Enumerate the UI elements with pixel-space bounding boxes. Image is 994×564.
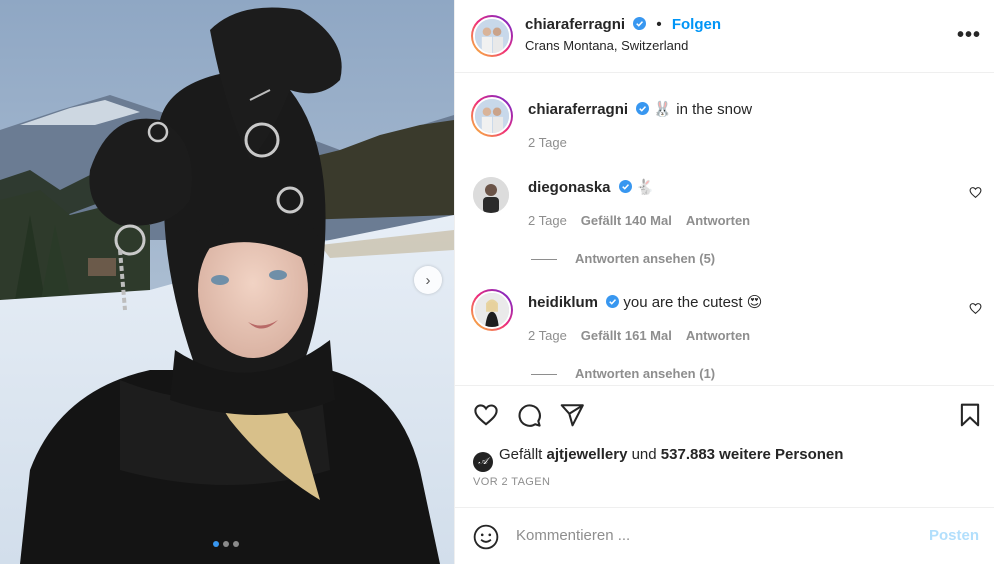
verified-badge-icon [636, 102, 650, 115]
caption-avatar[interactable] [471, 95, 513, 137]
comment-avatar-heidiklum[interactable] [471, 289, 513, 331]
comment-text: 🐇 [635, 179, 655, 196]
view-replies-button[interactable]: Antworten ansehen (5) [531, 251, 715, 266]
verified-badge-icon [606, 295, 620, 308]
post-details-panel: chiaraferragni • Folgen Crans Montana, S… [454, 0, 994, 564]
caption-line: chiaraferragni 🐰 in the snow [528, 100, 752, 118]
likes-count-link[interactable]: 537.883 weitere Personen [661, 446, 844, 463]
avatar-image [473, 177, 509, 213]
comment-time[interactable]: 2 Tage [528, 328, 567, 343]
replies-divider-line [531, 374, 557, 376]
comment-bubble-icon[interactable] [516, 402, 542, 428]
likes-prefix: Gefällt [499, 446, 543, 463]
emoji-smile-icon[interactable] [473, 524, 499, 550]
carousel-dot-active [213, 541, 219, 547]
verified-badge-icon [618, 180, 632, 193]
carousel-dot [223, 541, 229, 547]
comment-username[interactable]: heidiklum [528, 294, 598, 311]
comments-section: chiaraferragni 🐰 in the snow 2 Tage dieg… [455, 74, 994, 385]
comment-like-heart-icon[interactable] [969, 302, 982, 315]
comment-meta: 2 Tage Gefällt 161 Mal Antworten [528, 328, 750, 343]
view-replies-button[interactable]: Antworten ansehen (1) [531, 366, 715, 381]
post-modal: › chiaraferragni • Folgen Crans Montana,… [0, 0, 994, 564]
comment-input[interactable] [516, 527, 916, 544]
comment-like-heart-icon[interactable] [969, 186, 982, 199]
reply-button[interactable]: Antworten [686, 213, 750, 228]
post-photo[interactable]: › [0, 0, 454, 564]
comment-likes[interactable]: Gefällt 140 Mal [581, 213, 672, 228]
carousel-next-button[interactable]: › [414, 266, 442, 294]
comment-likes[interactable]: Gefällt 161 Mal [581, 328, 672, 343]
view-replies-label: Antworten ansehen (5) [575, 251, 716, 266]
carousel-dot [233, 541, 239, 547]
avatar-image [475, 19, 509, 53]
like-heart-icon[interactable] [473, 402, 499, 428]
more-options-icon[interactable]: ••• [957, 24, 981, 47]
post-date[interactable]: VOR 2 TAGEN [473, 476, 550, 488]
likes-middle: und [631, 446, 657, 463]
replies-divider-line [531, 259, 557, 261]
header-user-line: chiaraferragni • Folgen [525, 16, 721, 33]
author-username[interactable]: chiaraferragni [525, 16, 625, 33]
photo-image [0, 0, 454, 564]
comment-composer: Posten [455, 507, 994, 564]
caption-username[interactable]: chiaraferragni [528, 101, 628, 118]
liker-avatar[interactable]: 𝒜 [473, 452, 493, 472]
caption-text: 🐰 in the snow [653, 101, 753, 118]
comment-line: heidiklum you are the cutest 😍 [528, 293, 762, 311]
avatar-image [475, 293, 509, 327]
comment-time[interactable]: 2 Tage [528, 213, 567, 228]
chevron-right-icon: › [425, 271, 431, 289]
save-bookmark-icon[interactable] [957, 402, 983, 428]
post-comment-button[interactable]: Posten [929, 527, 979, 544]
post-header: chiaraferragni • Folgen Crans Montana, S… [455, 0, 994, 73]
comment-line: diegonaska 🐇 [528, 178, 655, 196]
reply-button[interactable]: Antworten [686, 328, 750, 343]
post-location[interactable]: Crans Montana, Switzerland [525, 38, 688, 53]
comment-username[interactable]: diegonaska [528, 179, 611, 196]
likes-summary: 𝒜 Gefällt ajtjewellery und 537.883 weiter… [473, 446, 843, 472]
comment-text: you are the cutest 😍 [623, 294, 763, 311]
verified-badge-icon [633, 17, 647, 30]
avatar-image [475, 99, 509, 133]
comment-avatar-diegonaska[interactable] [473, 177, 509, 213]
liker-username[interactable]: ajtjewellery [547, 446, 628, 463]
carousel-indicator [213, 541, 239, 547]
author-avatar[interactable] [471, 15, 513, 57]
share-paper-plane-icon[interactable] [559, 402, 585, 428]
comment-meta: 2 Tage Gefällt 140 Mal Antworten [528, 213, 750, 228]
caption-time[interactable]: 2 Tage [528, 135, 567, 150]
follow-button[interactable]: Folgen [672, 16, 721, 33]
post-actions: 𝒜 Gefällt ajtjewellery und 537.883 weiter… [455, 385, 994, 505]
separator-dot: • [656, 16, 662, 33]
view-replies-label: Antworten ansehen (1) [575, 366, 716, 381]
